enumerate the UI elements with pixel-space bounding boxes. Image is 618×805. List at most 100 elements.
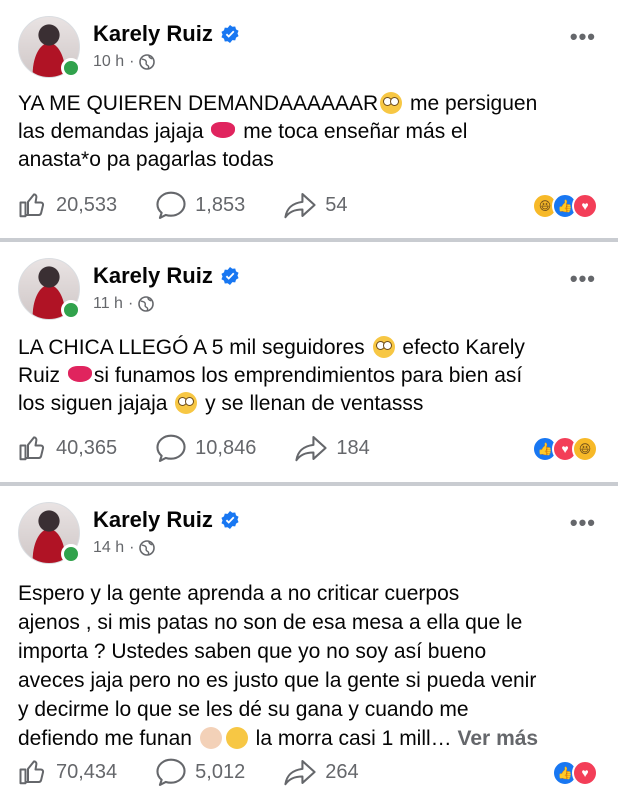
- thumbs-up-icon: [19, 193, 45, 218]
- like-count: 70,434: [56, 760, 118, 783]
- flushed-face-icon: [175, 392, 198, 414]
- reaction-summary[interactable]: 👍 ♥ 😆: [532, 436, 598, 462]
- text-line: las demandas jajaja: [18, 120, 210, 143]
- text-line: Ruiz: [18, 364, 66, 387]
- text-line: y decirme lo que se les dé su gana y cua…: [18, 698, 469, 721]
- share-count: 264: [325, 760, 359, 783]
- post-header: Karely Ruiz 11 h · •••: [18, 258, 598, 322]
- online-status-dot: [61, 544, 81, 564]
- comment-icon: [156, 191, 186, 219]
- kiss-mark-icon: [67, 366, 92, 382]
- kiss-mark-icon: [211, 122, 236, 138]
- comment-count: 10,846: [195, 436, 257, 459]
- post-text: LA CHICA LLEGÓ A 5 mil seguidores efecto…: [18, 334, 600, 418]
- post-header: Karely Ruiz 10 h · •••: [18, 16, 598, 80]
- post-header: Karely Ruiz 14 h · •••: [18, 502, 598, 566]
- text-line: defiendo me funan: [18, 727, 198, 750]
- text-line: aveces jaja pero no es justo que la gent…: [18, 669, 537, 692]
- comment-button[interactable]: 5,012: [155, 757, 245, 787]
- face-blowing-kiss-icon: [225, 727, 248, 749]
- more-options-icon[interactable]: •••: [570, 24, 596, 50]
- more-options-icon[interactable]: •••: [570, 510, 596, 536]
- share-button[interactable]: 184: [294, 433, 370, 463]
- verified-badge-icon: [221, 267, 239, 285]
- author-name[interactable]: Karely Ruiz: [93, 263, 213, 289]
- reaction-summary[interactable]: 😆 👍 ♥: [532, 193, 598, 219]
- comment-button[interactable]: 10,846: [155, 433, 256, 463]
- post-3: Karely Ruiz 14 h · ••• Espero y la gente…: [0, 486, 618, 805]
- like-count: 20,533: [56, 193, 118, 216]
- love-reaction-icon: ♥: [572, 193, 598, 219]
- text-line: Espero y la gente aprenda a no criticar …: [18, 582, 460, 605]
- text-line: ajenos , si mis patas no son de esa mesa…: [18, 611, 523, 634]
- avatar[interactable]: [18, 502, 81, 564]
- thumbs-up-icon: [19, 436, 45, 461]
- love-reaction-icon: ♥: [572, 760, 598, 786]
- text-line: la morra casi 1 mill…: [249, 727, 452, 750]
- comment-button[interactable]: 1,853: [155, 190, 245, 220]
- more-options-icon[interactable]: •••: [570, 266, 596, 292]
- author-row: Karely Ruiz: [93, 263, 239, 289]
- like-button[interactable]: 40,365: [18, 433, 117, 463]
- thumbs-up-icon: [19, 760, 45, 785]
- globe-icon: [138, 296, 155, 312]
- post-time[interactable]: 14 h: [93, 539, 124, 557]
- post-meta: 14 h ·: [93, 539, 156, 557]
- text-line: y se llenan de ventasss: [199, 392, 424, 415]
- action-bar: 40,365 10,846 184 👍 ♥ 😆: [18, 430, 600, 466]
- post-time[interactable]: 11 h: [93, 295, 123, 313]
- flushed-face-icon: [372, 336, 395, 358]
- like-button[interactable]: 70,434: [18, 757, 117, 787]
- author-row: Karely Ruiz: [93, 507, 239, 533]
- separator-dot: ·: [129, 53, 135, 70]
- globe-icon: [139, 54, 156, 70]
- action-bar: 20,533 1,853 54 😆 👍 ♥: [18, 187, 600, 223]
- text-line: me toca enseñar más el: [237, 120, 468, 143]
- post-text: Espero y la gente aprenda a no criticar …: [18, 579, 600, 753]
- post-meta: 10 h ·: [93, 53, 156, 71]
- share-icon: [284, 760, 316, 786]
- post-meta: 11 h ·: [93, 295, 155, 313]
- woman-shrugging-icon: [199, 727, 222, 749]
- author-name[interactable]: Karely Ruiz: [93, 507, 213, 533]
- comment-count: 1,853: [195, 193, 246, 216]
- post-2: Karely Ruiz 11 h · ••• LA CHICA LLEGÓ A …: [0, 242, 618, 482]
- share-count: 184: [336, 436, 370, 459]
- share-button[interactable]: 264: [283, 757, 359, 787]
- comment-icon: [156, 434, 186, 462]
- reaction-summary[interactable]: 👍 ♥: [552, 760, 598, 786]
- post-text: YA ME QUIEREN DEMANDAAAAAAR me persiguen…: [18, 90, 600, 174]
- see-more-link[interactable]: Ver más: [458, 727, 539, 750]
- text-line: LA CHICA LLEGÓ A 5 mil seguidores: [18, 336, 371, 359]
- text-line: los siguen jajaja: [18, 392, 174, 415]
- share-button[interactable]: 54: [283, 190, 347, 220]
- post-1: Karely Ruiz 10 h · ••• YA ME QUIEREN DEM…: [0, 0, 618, 238]
- separator-dot: ·: [127, 295, 134, 312]
- share-icon: [284, 193, 316, 219]
- text-line: si funamos los emprendimientos para bien…: [93, 364, 523, 387]
- verified-badge-icon: [221, 25, 239, 43]
- text-line: YA ME QUIEREN DEMANDAAAAAAR: [18, 92, 379, 115]
- avatar[interactable]: [18, 16, 81, 78]
- share-count: 54: [325, 193, 348, 216]
- author-name[interactable]: Karely Ruiz: [93, 21, 213, 47]
- share-icon: [295, 436, 327, 462]
- globe-icon: [139, 540, 156, 556]
- like-count: 40,365: [56, 436, 118, 459]
- comment-count: 5,012: [195, 760, 246, 783]
- online-status-dot: [61, 300, 81, 320]
- text-line: anasta*o pa pagarlas todas: [18, 148, 274, 171]
- text-line: me persiguen: [404, 92, 538, 115]
- text-line: importa ? Ustedes saben que yo no soy as…: [18, 640, 487, 663]
- text-line: efecto Karely: [396, 336, 525, 359]
- avatar[interactable]: [18, 258, 81, 320]
- flushed-face-icon: [380, 92, 403, 114]
- haha-reaction-icon: 😆: [572, 436, 598, 462]
- verified-badge-icon: [221, 511, 239, 529]
- author-row: Karely Ruiz: [93, 21, 239, 47]
- action-bar: 70,434 5,012 264 👍 ♥: [18, 754, 600, 790]
- post-time[interactable]: 10 h: [93, 53, 124, 71]
- like-button[interactable]: 20,533: [18, 190, 117, 220]
- separator-dot: ·: [129, 539, 135, 556]
- comment-icon: [156, 758, 186, 786]
